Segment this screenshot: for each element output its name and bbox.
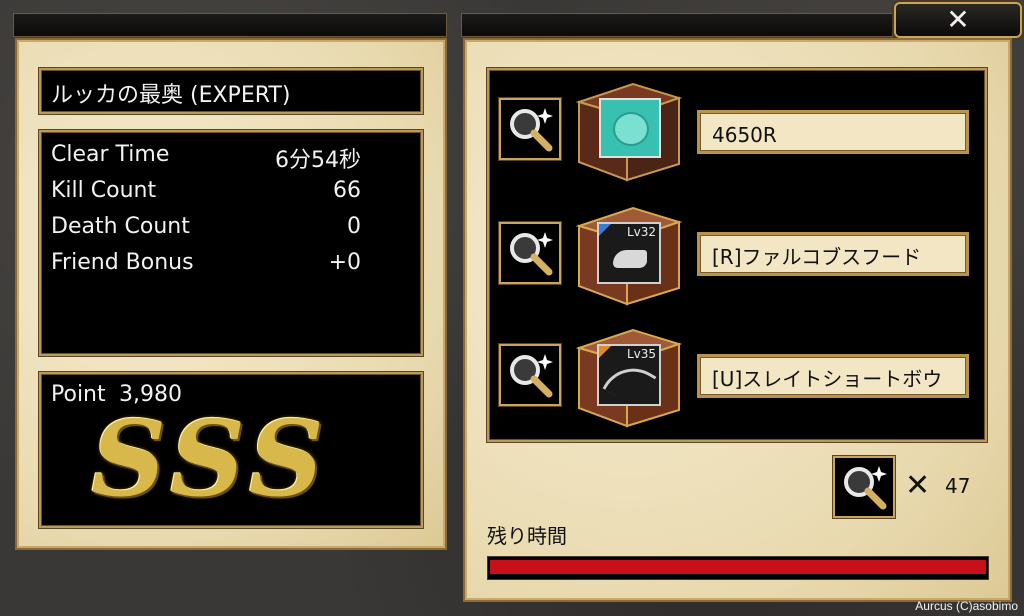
magnifier-icon — [844, 466, 887, 510]
dungeon-title: ルッカの最奥 (EXPERT) — [51, 83, 291, 108]
coin-icon — [599, 98, 661, 158]
rank-text: SSS — [91, 397, 330, 520]
bow-icon: Lv35 — [597, 344, 661, 409]
magnifier-count: 47 — [945, 474, 971, 498]
inspect-button-2[interactable] — [499, 222, 561, 284]
stat-value-death-count: 0 — [347, 214, 361, 239]
reward-name-1: 4650R — [697, 110, 969, 154]
rewards-box: 4650R Lv32 [R]ファルコブスフード Lv35 [U]スレイトショート… — [487, 68, 987, 442]
right-panel: 4650R Lv32 [R]ファルコブスフード Lv35 [U]スレイトショート… — [463, 38, 1012, 602]
magnifier-stock-button[interactable] — [833, 456, 895, 518]
rank-box: Point 3,980 SSS — [39, 372, 423, 528]
inspect-button-1[interactable] — [499, 98, 561, 160]
remaining-time-bar — [487, 556, 989, 580]
stat-label-friend-bonus: Friend Bonus — [51, 250, 194, 275]
item-level-2: Lv32 — [626, 225, 656, 239]
magnifier-icon — [510, 232, 553, 276]
dungeon-title-box: ルッカの最奥 (EXPERT) — [39, 68, 423, 114]
hood-icon: Lv32 — [597, 222, 661, 284]
stat-value-clear-time: 6分54秒 — [275, 148, 361, 173]
stat-label-kill-count: Kill Count — [51, 178, 157, 203]
remaining-time-fill — [490, 560, 986, 574]
stat-value-kill-count: 66 — [333, 178, 361, 203]
left-panel-header — [13, 13, 447, 37]
multiply-icon: ✕ — [905, 468, 931, 503]
close-icon: ✕ — [946, 3, 970, 36]
left-panel: ルッカの最奥 (EXPERT) Clear Time 6分54秒 Kill Co… — [15, 38, 447, 550]
copyright: Aurcus (C)asobimo — [915, 599, 1018, 613]
reward-chest-1 — [573, 76, 683, 186]
reward-name-2: [R]ファルコブスフード — [697, 232, 969, 276]
reward-chest-3: Lv35 — [573, 322, 683, 432]
item-level-3: Lv35 — [626, 347, 656, 361]
stat-label-clear-time: Clear Time — [51, 142, 170, 167]
stat-value-friend-bonus: +0 — [328, 250, 361, 275]
remaining-time-label: 残り時間 — [487, 524, 567, 548]
reward-name-3: [U]スレイトショートボウ — [697, 354, 969, 398]
reward-chest-2: Lv32 — [573, 200, 683, 310]
magnifier-icon — [510, 108, 553, 152]
right-panel-header — [461, 13, 893, 37]
stats-box: Clear Time 6分54秒 Kill Count 66 Death Cou… — [39, 130, 423, 356]
close-button[interactable]: ✕ — [894, 2, 1022, 38]
magnifier-icon — [510, 354, 553, 398]
inspect-button-3[interactable] — [499, 344, 561, 406]
stat-label-death-count: Death Count — [51, 214, 190, 239]
